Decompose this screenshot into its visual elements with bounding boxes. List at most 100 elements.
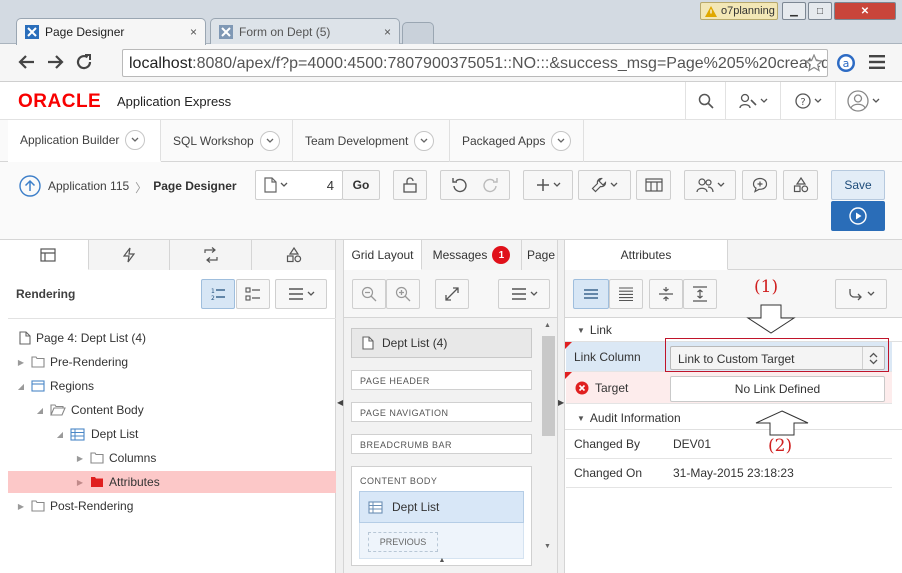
redo-icon[interactable] [482,177,498,193]
run-button[interactable] [831,201,885,231]
reload-icon[interactable] [75,53,93,71]
browser-tab-page-designer[interactable]: Page Designer × [16,18,206,45]
chevron-down-icon[interactable] [259,131,280,151]
breadcrumb-app[interactable]: Application 115 [48,179,129,196]
scroll-down-arrow-icon[interactable]: ▼ [544,543,551,550]
collapse-arrow-icon[interactable]: ◢ [35,406,45,415]
collapse-all-button[interactable] [649,279,683,309]
menu-sql-workshop[interactable]: SQL Workshop [161,120,293,162]
view-tree-button[interactable]: 12 [201,279,235,309]
target-link-button[interactable]: No Link Defined [670,376,885,402]
page-selector[interactable]: 4 [255,170,343,200]
expand-arrow-icon[interactable]: ▶ [75,454,85,463]
collapse-arrow-icon[interactable]: ▼ [577,414,585,423]
show-all-button[interactable] [609,279,643,309]
tab-rendering[interactable] [8,240,89,270]
menu-hamburger-icon[interactable] [869,55,885,69]
go-button[interactable]: Go [342,170,380,200]
page-header-box[interactable]: PAGE HEADER [351,370,532,390]
menu-packaged-apps[interactable]: Packaged Apps [450,120,584,162]
shared-components-button[interactable] [636,170,671,200]
tab-messages[interactable]: Messages 1 [422,240,522,270]
collapse-right-icon[interactable]: ▶ [558,398,564,407]
changed-on-row: Changed On 31-May-2015 23:18:23 [566,459,892,488]
expand-arrow-icon[interactable]: ▶ [16,502,26,511]
minimize-button[interactable]: ▁ [782,2,806,20]
page-navigation-box[interactable]: PAGE NAVIGATION [351,402,532,422]
grid-options-menu[interactable] [498,279,550,309]
show-common-button[interactable] [573,279,609,309]
link-section-header[interactable]: ▼ Link [577,323,612,337]
admin-menu-button[interactable] [725,82,780,120]
collapse-arrow-icon[interactable]: ◢ [16,382,26,391]
search-button[interactable] [685,82,725,120]
chevron-down-icon[interactable] [551,131,572,151]
team-dev-menu-button[interactable] [684,170,736,200]
scroll-up-arrow-icon[interactable]: ▲ [544,322,551,329]
chevron-down-icon [760,98,767,103]
tab-grid-layout[interactable]: Grid Layout [344,240,422,270]
save-button[interactable]: Save [831,170,885,200]
tab-dynamic-actions[interactable] [89,240,170,270]
tab-page[interactable]: Page [522,240,557,270]
tree-options-menu[interactable] [275,279,327,309]
up-arrow-icon[interactable] [19,175,41,197]
chevron-down-icon[interactable] [125,130,146,150]
chevron-down-icon[interactable] [414,131,435,151]
audit-section-header[interactable]: ▼ Audit Information [577,411,681,425]
dept-list-region[interactable]: Dept List [359,491,524,523]
browser-tab-form-on-dept[interactable]: Form on Dept (5) × [210,18,400,45]
expand-arrow-icon[interactable]: ▶ [16,358,26,367]
tab-close-icon[interactable]: × [190,25,197,39]
extension-icon[interactable]: a [836,53,856,73]
utilities-menu-button[interactable] [578,170,631,200]
window-close-button[interactable]: ✕ [834,2,896,20]
bookmark-star-icon[interactable] [805,54,823,72]
go-to-group-menu[interactable] [835,279,887,309]
breadcrumb-bar-box[interactable]: BREADCRUMB BAR [351,434,532,454]
back-arrow-icon[interactable] [18,53,36,71]
page-card[interactable]: Dept List (4) [351,328,532,358]
help-menu-button[interactable]: ? [780,82,835,120]
tree-node-post-rendering[interactable]: ▶ Post-Rendering [16,496,133,516]
tab-shared-components[interactable] [252,240,336,270]
new-tab-button[interactable] [402,22,434,44]
comments-button[interactable] [742,170,777,200]
user-menu-button[interactable] [835,82,890,120]
tree-node-page[interactable]: Page 4: Dept List (4) [19,328,146,348]
maximize-button[interactable]: □ [808,2,832,20]
tree-node-columns[interactable]: ▶ Columns [75,448,156,468]
zoom-out-button[interactable] [352,279,386,309]
scrollbar-thumb[interactable] [542,336,555,436]
tab-attributes[interactable]: Attributes [565,240,728,270]
tree-node-content-body[interactable]: ◢ Content Body [35,400,144,420]
forward-arrow-icon[interactable] [46,53,64,71]
scroll-up-icon[interactable]: ▲ [344,557,540,567]
tab-processing[interactable] [170,240,252,270]
address-bar[interactable]: localhost:8080/apex/f?p=4000:4500:780790… [122,49,828,77]
undo-icon[interactable] [452,177,468,193]
tree-node-pre-rendering[interactable]: ▶ Pre-Rendering [16,352,128,372]
help-icon: ? [794,93,811,109]
tree-node-dept-list[interactable]: ◢ Dept List [55,424,138,444]
profile-badge[interactable]: o7planning [700,2,778,20]
menu-team-development[interactable]: Team Development [293,120,450,162]
view-component-button[interactable] [236,279,270,309]
create-menu-button[interactable] [523,170,573,200]
expand-button[interactable] [435,279,469,309]
collapse-arrow-icon[interactable]: ◢ [55,430,65,439]
zoom-in-button[interactable] [386,279,420,309]
users-icon [695,178,714,193]
menu-application-builder[interactable]: Application Builder [8,120,161,162]
collapse-arrow-icon[interactable]: ▼ [577,326,585,335]
tree-node-attributes[interactable]: ▶ Attributes [75,472,160,492]
expand-arrow-icon[interactable]: ▶ [75,478,85,487]
page-number-input[interactable]: 4 [327,178,334,193]
lock-button[interactable] [393,170,427,200]
tree-node-regions[interactable]: ◢ Regions [16,376,94,396]
shapes-button[interactable] [783,170,818,200]
expand-all-button[interactable] [683,279,717,309]
previous-position-slot[interactable]: PREVIOUS [368,532,438,552]
tab-close-icon[interactable]: × [384,25,391,39]
collapse-left-icon[interactable]: ◀ [337,398,343,407]
